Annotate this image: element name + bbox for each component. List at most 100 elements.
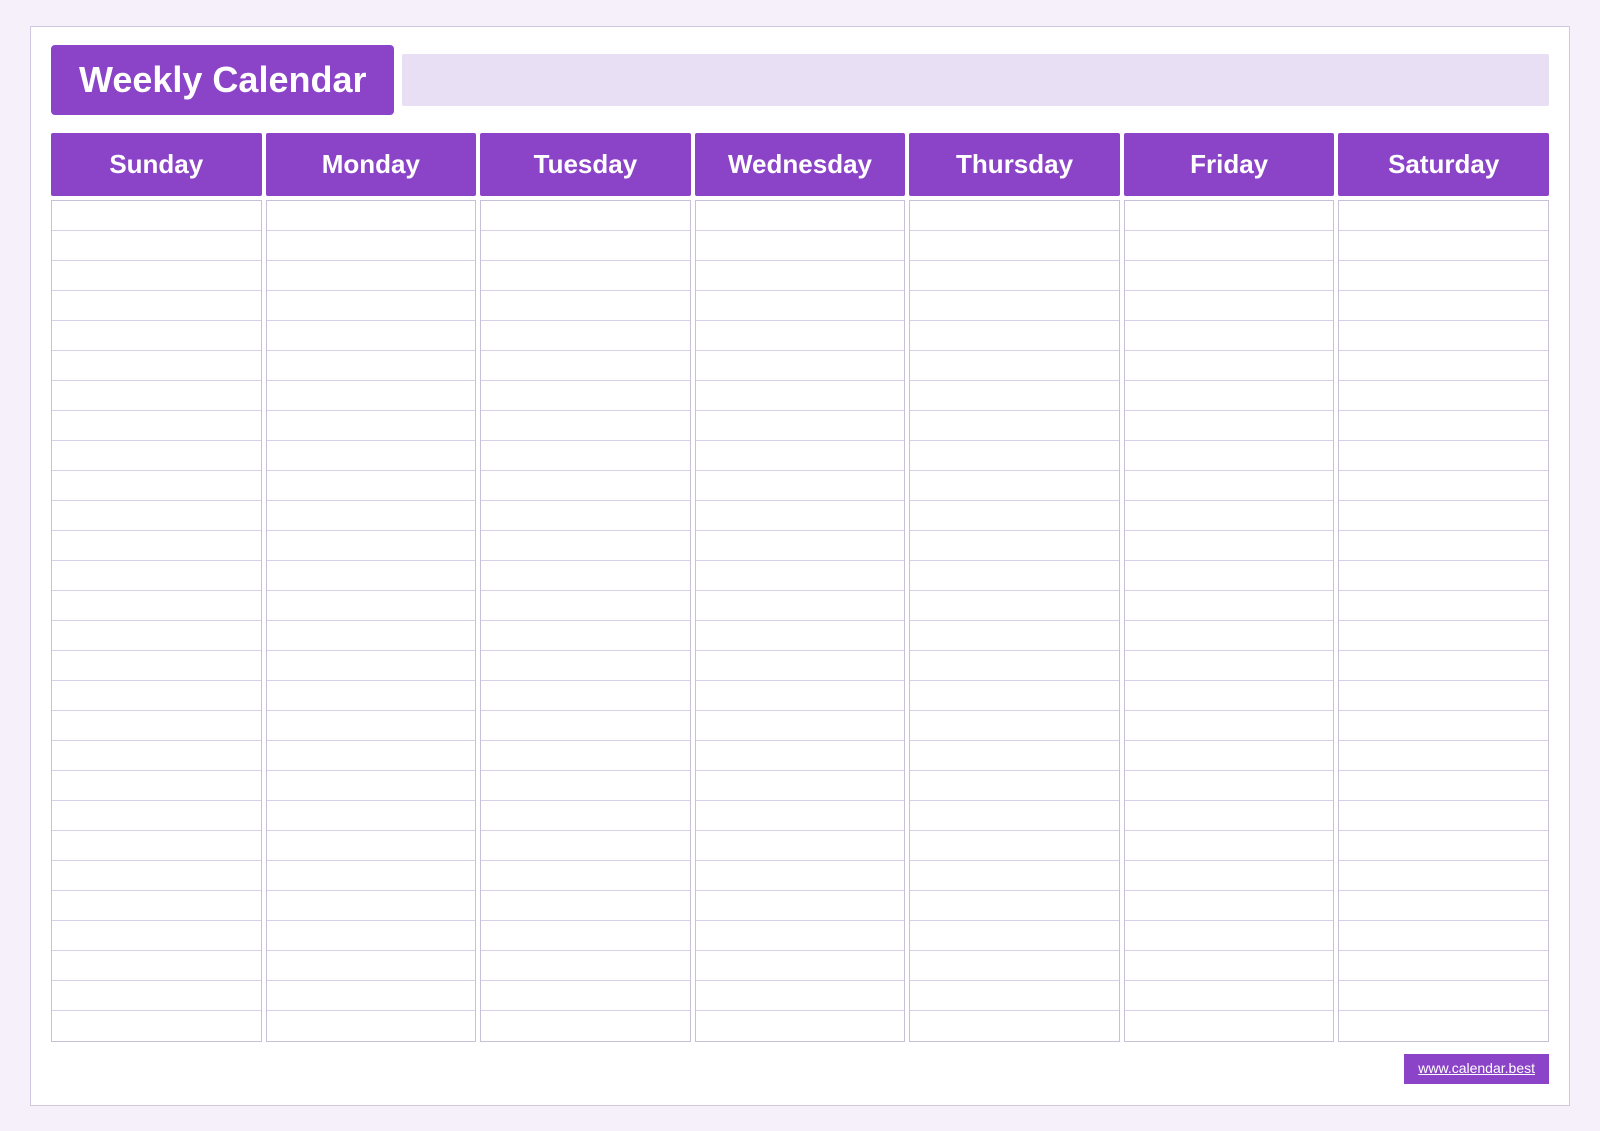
calendar-line[interactable] [267, 981, 476, 1011]
calendar-line[interactable] [1125, 921, 1334, 951]
calendar-line[interactable] [696, 531, 905, 561]
calendar-line[interactable] [1339, 231, 1548, 261]
day-column-friday[interactable] [1124, 200, 1335, 1042]
calendar-line[interactable] [1125, 1011, 1334, 1041]
calendar-line[interactable] [696, 411, 905, 441]
calendar-line[interactable] [481, 651, 690, 681]
calendar-line[interactable] [267, 291, 476, 321]
calendar-line[interactable] [910, 531, 1119, 561]
calendar-line[interactable] [1125, 681, 1334, 711]
calendar-line[interactable] [696, 261, 905, 291]
calendar-line[interactable] [696, 951, 905, 981]
calendar-line[interactable] [52, 201, 261, 231]
calendar-line[interactable] [52, 981, 261, 1011]
calendar-line[interactable] [52, 771, 261, 801]
calendar-line[interactable] [910, 771, 1119, 801]
calendar-line[interactable] [910, 621, 1119, 651]
calendar-line[interactable] [1339, 711, 1548, 741]
calendar-line[interactable] [1125, 831, 1334, 861]
calendar-line[interactable] [910, 741, 1119, 771]
calendar-line[interactable] [1125, 381, 1334, 411]
calendar-line[interactable] [696, 681, 905, 711]
calendar-line[interactable] [1339, 771, 1548, 801]
calendar-line[interactable] [910, 651, 1119, 681]
calendar-line[interactable] [52, 351, 261, 381]
calendar-line[interactable] [1125, 891, 1334, 921]
calendar-line[interactable] [1125, 651, 1334, 681]
calendar-line[interactable] [1339, 861, 1548, 891]
calendar-line[interactable] [910, 891, 1119, 921]
calendar-line[interactable] [1339, 291, 1548, 321]
calendar-line[interactable] [1339, 261, 1548, 291]
calendar-line[interactable] [481, 921, 690, 951]
calendar-line[interactable] [1339, 681, 1548, 711]
calendar-line[interactable] [52, 501, 261, 531]
calendar-line[interactable] [481, 711, 690, 741]
calendar-line[interactable] [1125, 351, 1334, 381]
calendar-line[interactable] [52, 291, 261, 321]
calendar-line[interactable] [910, 1011, 1119, 1041]
calendar-line[interactable] [52, 651, 261, 681]
calendar-line[interactable] [481, 201, 690, 231]
calendar-line[interactable] [481, 291, 690, 321]
calendar-line[interactable] [52, 801, 261, 831]
calendar-line[interactable] [52, 231, 261, 261]
calendar-line[interactable] [267, 591, 476, 621]
calendar-line[interactable] [52, 261, 261, 291]
calendar-line[interactable] [696, 741, 905, 771]
calendar-line[interactable] [267, 441, 476, 471]
calendar-line[interactable] [1339, 411, 1548, 441]
calendar-line[interactable] [267, 321, 476, 351]
calendar-line[interactable] [52, 441, 261, 471]
calendar-line[interactable] [267, 621, 476, 651]
calendar-line[interactable] [910, 561, 1119, 591]
calendar-line[interactable] [267, 561, 476, 591]
calendar-line[interactable] [696, 771, 905, 801]
calendar-line[interactable] [910, 321, 1119, 351]
calendar-line[interactable] [1339, 321, 1548, 351]
calendar-line[interactable] [910, 381, 1119, 411]
calendar-line[interactable] [910, 801, 1119, 831]
calendar-line[interactable] [267, 471, 476, 501]
calendar-line[interactable] [481, 321, 690, 351]
calendar-line[interactable] [1339, 441, 1548, 471]
calendar-line[interactable] [1339, 801, 1548, 831]
calendar-line[interactable] [1125, 951, 1334, 981]
calendar-line[interactable] [52, 861, 261, 891]
calendar-line[interactable] [696, 861, 905, 891]
calendar-line[interactable] [481, 591, 690, 621]
calendar-line[interactable] [267, 411, 476, 441]
calendar-line[interactable] [1339, 381, 1548, 411]
calendar-line[interactable] [696, 651, 905, 681]
calendar-line[interactable] [910, 591, 1119, 621]
calendar-line[interactable] [696, 621, 905, 651]
calendar-line[interactable] [1339, 981, 1548, 1011]
calendar-line[interactable] [481, 471, 690, 501]
calendar-line[interactable] [1339, 591, 1548, 621]
calendar-line[interactable] [267, 231, 476, 261]
calendar-line[interactable] [481, 1011, 690, 1041]
calendar-line[interactable] [696, 381, 905, 411]
calendar-line[interactable] [267, 351, 476, 381]
calendar-line[interactable] [267, 861, 476, 891]
calendar-line[interactable] [696, 1011, 905, 1041]
calendar-line[interactable] [1339, 921, 1548, 951]
calendar-line[interactable] [910, 681, 1119, 711]
calendar-line[interactable] [267, 201, 476, 231]
calendar-line[interactable] [1339, 351, 1548, 381]
calendar-line[interactable] [696, 441, 905, 471]
calendar-line[interactable] [481, 831, 690, 861]
calendar-line[interactable] [481, 381, 690, 411]
calendar-line[interactable] [481, 441, 690, 471]
calendar-line[interactable] [52, 471, 261, 501]
calendar-line[interactable] [910, 231, 1119, 261]
calendar-line[interactable] [1125, 411, 1334, 441]
calendar-line[interactable] [52, 921, 261, 951]
calendar-line[interactable] [910, 501, 1119, 531]
calendar-line[interactable] [910, 831, 1119, 861]
calendar-line[interactable] [1339, 561, 1548, 591]
calendar-line[interactable] [910, 861, 1119, 891]
calendar-line[interactable] [267, 681, 476, 711]
calendar-line[interactable] [696, 471, 905, 501]
calendar-line[interactable] [910, 471, 1119, 501]
